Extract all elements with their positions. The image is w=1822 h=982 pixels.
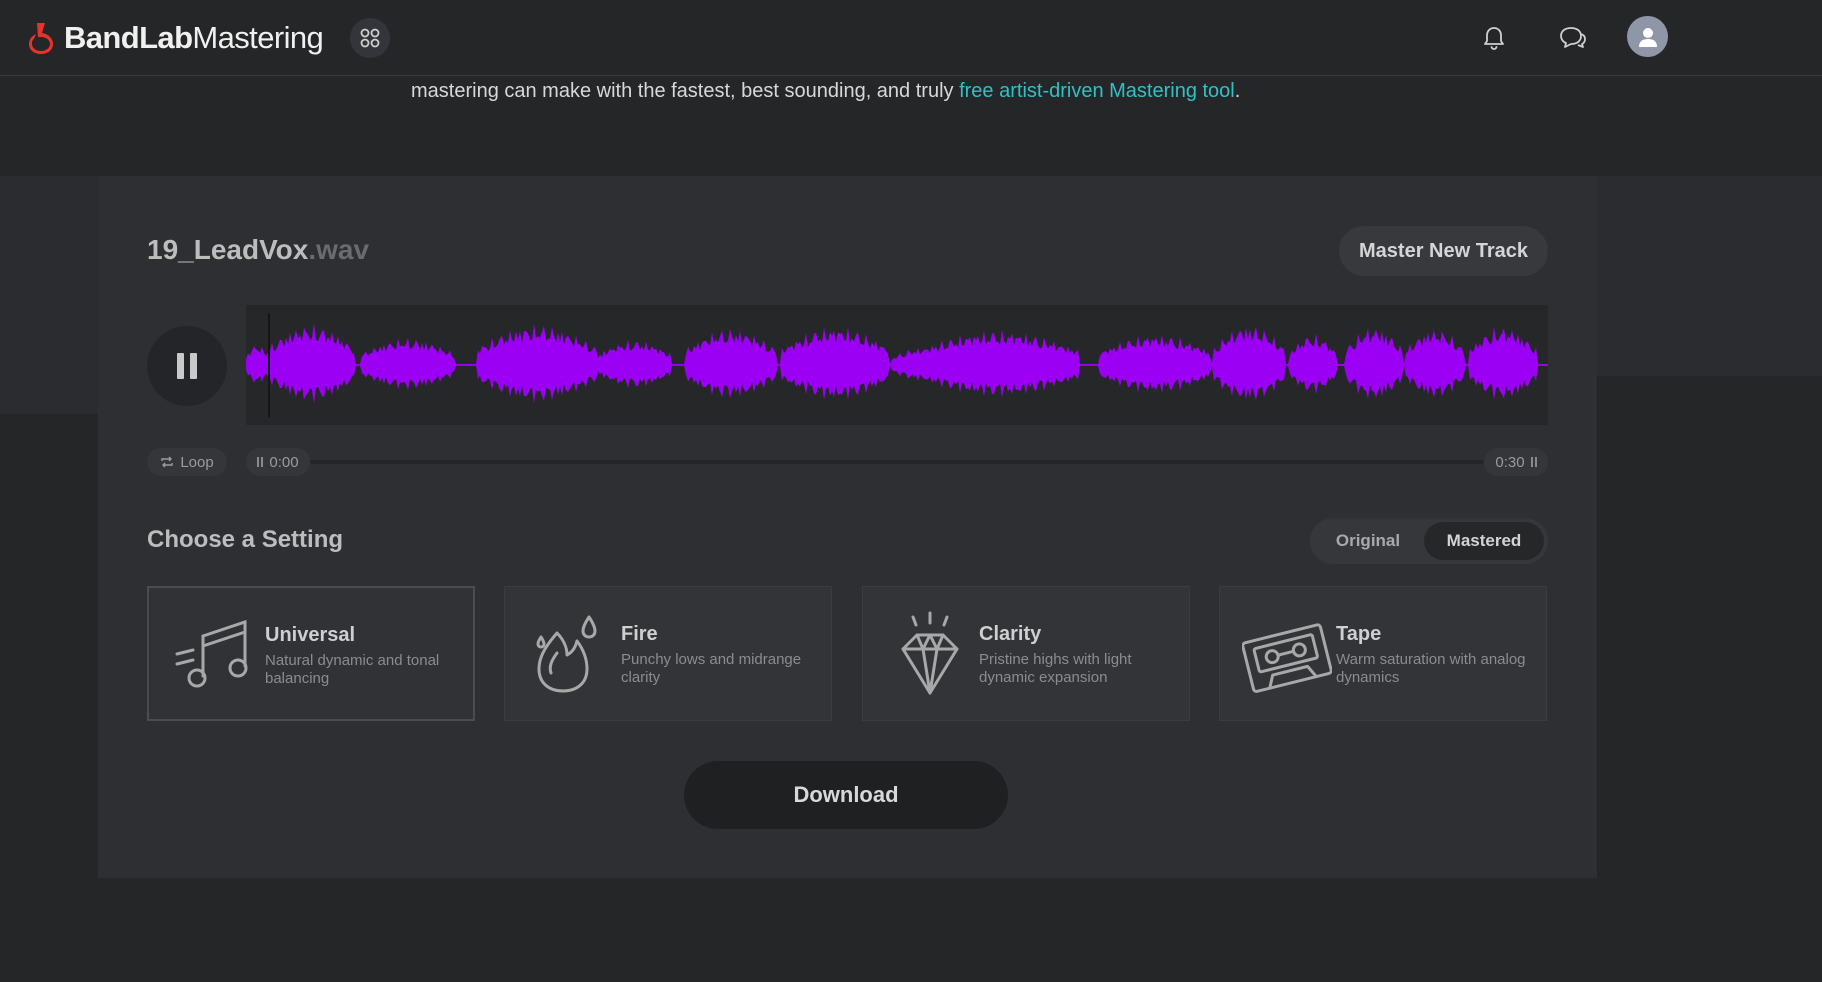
play-pause-button[interactable] <box>147 326 227 406</box>
preset-title: Tape <box>1336 623 1382 645</box>
preset-description: Warm saturation with analog dynamics <box>1336 651 1526 686</box>
user-avatar[interactable] <box>1627 16 1668 57</box>
bandlab-logo-icon <box>29 23 53 54</box>
bandlab-mastering-logo[interactable]: BandLabMastering <box>26 20 324 56</box>
track-filename: 19_LeadVox.wav <box>147 234 369 266</box>
preset-title: Clarity <box>979 623 1042 645</box>
bell-icon <box>1484 27 1504 50</box>
toggle-original[interactable]: Original <box>1314 522 1422 560</box>
diamond-icon <box>901 611 959 695</box>
intro-text-suffix: . <box>1234 80 1241 102</box>
time-start-label: 0:00 <box>269 453 299 471</box>
seek-bar[interactable] <box>310 460 1484 464</box>
trim-end-handle[interactable]: 0:30 <box>1484 448 1548 476</box>
handle-grip-icon <box>257 457 264 467</box>
waveform[interactable] <box>246 305 1548 425</box>
flame-icon <box>536 615 597 693</box>
pause-icon <box>174 353 200 379</box>
logo-brand-text: BandLab <box>64 20 193 55</box>
preset-card-tape[interactable]: Tape Warm saturation with analog dynamic… <box>1219 586 1547 721</box>
master-new-track-button[interactable]: Master New Track <box>1339 226 1548 276</box>
time-end-label: 0:30 <box>1495 453 1525 471</box>
loop-label: Loop <box>180 453 214 471</box>
loop-icon <box>161 456 174 468</box>
mastering-panel: 19_LeadVox.wav Master New Track Loop 0:0… <box>98 176 1597 878</box>
original-mastered-toggle[interactable]: Original Mastered <box>1310 518 1548 564</box>
top-navigation-bar: BandLabMastering <box>0 0 1822 76</box>
free-mastering-tool-link[interactable]: free artist-driven Mastering tool <box>959 80 1235 102</box>
trim-start-handle[interactable]: 0:00 <box>246 448 310 476</box>
loop-button[interactable]: Loop <box>147 448 227 476</box>
grid-apps-icon <box>360 28 380 48</box>
preset-description: Punchy lows and midrange clarity <box>621 651 802 686</box>
waveform-graphic <box>246 323 1548 404</box>
chat-bubbles-icon <box>1560 27 1586 48</box>
preset-card-clarity[interactable]: Clarity Pristine highs with light dynami… <box>862 586 1190 721</box>
notifications-button[interactable] <box>1478 22 1510 54</box>
handle-grip-icon <box>1530 457 1537 467</box>
background-strip-right <box>1597 176 1822 376</box>
download-button[interactable]: Download <box>684 761 1008 829</box>
preset-card-universal[interactable]: Universal Natural dynamic and tonal bala… <box>147 586 475 721</box>
choose-setting-heading: Choose a Setting <box>147 526 344 553</box>
preset-description: Natural dynamic and tonal balancing <box>265 652 440 687</box>
music-notes-icon <box>175 619 248 688</box>
logo-wordmark: BandLabMastering <box>64 20 324 56</box>
intro-text-prefix: mastering can make with the fastest, bes… <box>411 80 960 102</box>
intro-text: mastering can make with the fastest, bes… <box>411 80 1240 103</box>
messages-button[interactable] <box>1556 22 1588 54</box>
apps-menu-button[interactable] <box>350 18 390 58</box>
track-name-text: 19_LeadVox <box>147 234 309 265</box>
playhead[interactable] <box>268 313 270 417</box>
cassette-tape-icon <box>1242 623 1332 693</box>
preset-description: Pristine highs with light dynamic expans… <box>979 651 1132 686</box>
preset-title: Fire <box>621 623 658 645</box>
track-extension: .wav <box>308 234 370 265</box>
logo-product-text: Mastering <box>192 20 324 55</box>
user-icon <box>1638 27 1657 47</box>
preset-title: Universal <box>265 624 356 646</box>
toggle-mastered[interactable]: Mastered <box>1424 522 1544 560</box>
preset-card-fire[interactable]: Fire Punchy lows and midrange clarity <box>504 586 832 721</box>
waveform-shape <box>246 323 1548 404</box>
background-strip-left <box>0 176 98 414</box>
